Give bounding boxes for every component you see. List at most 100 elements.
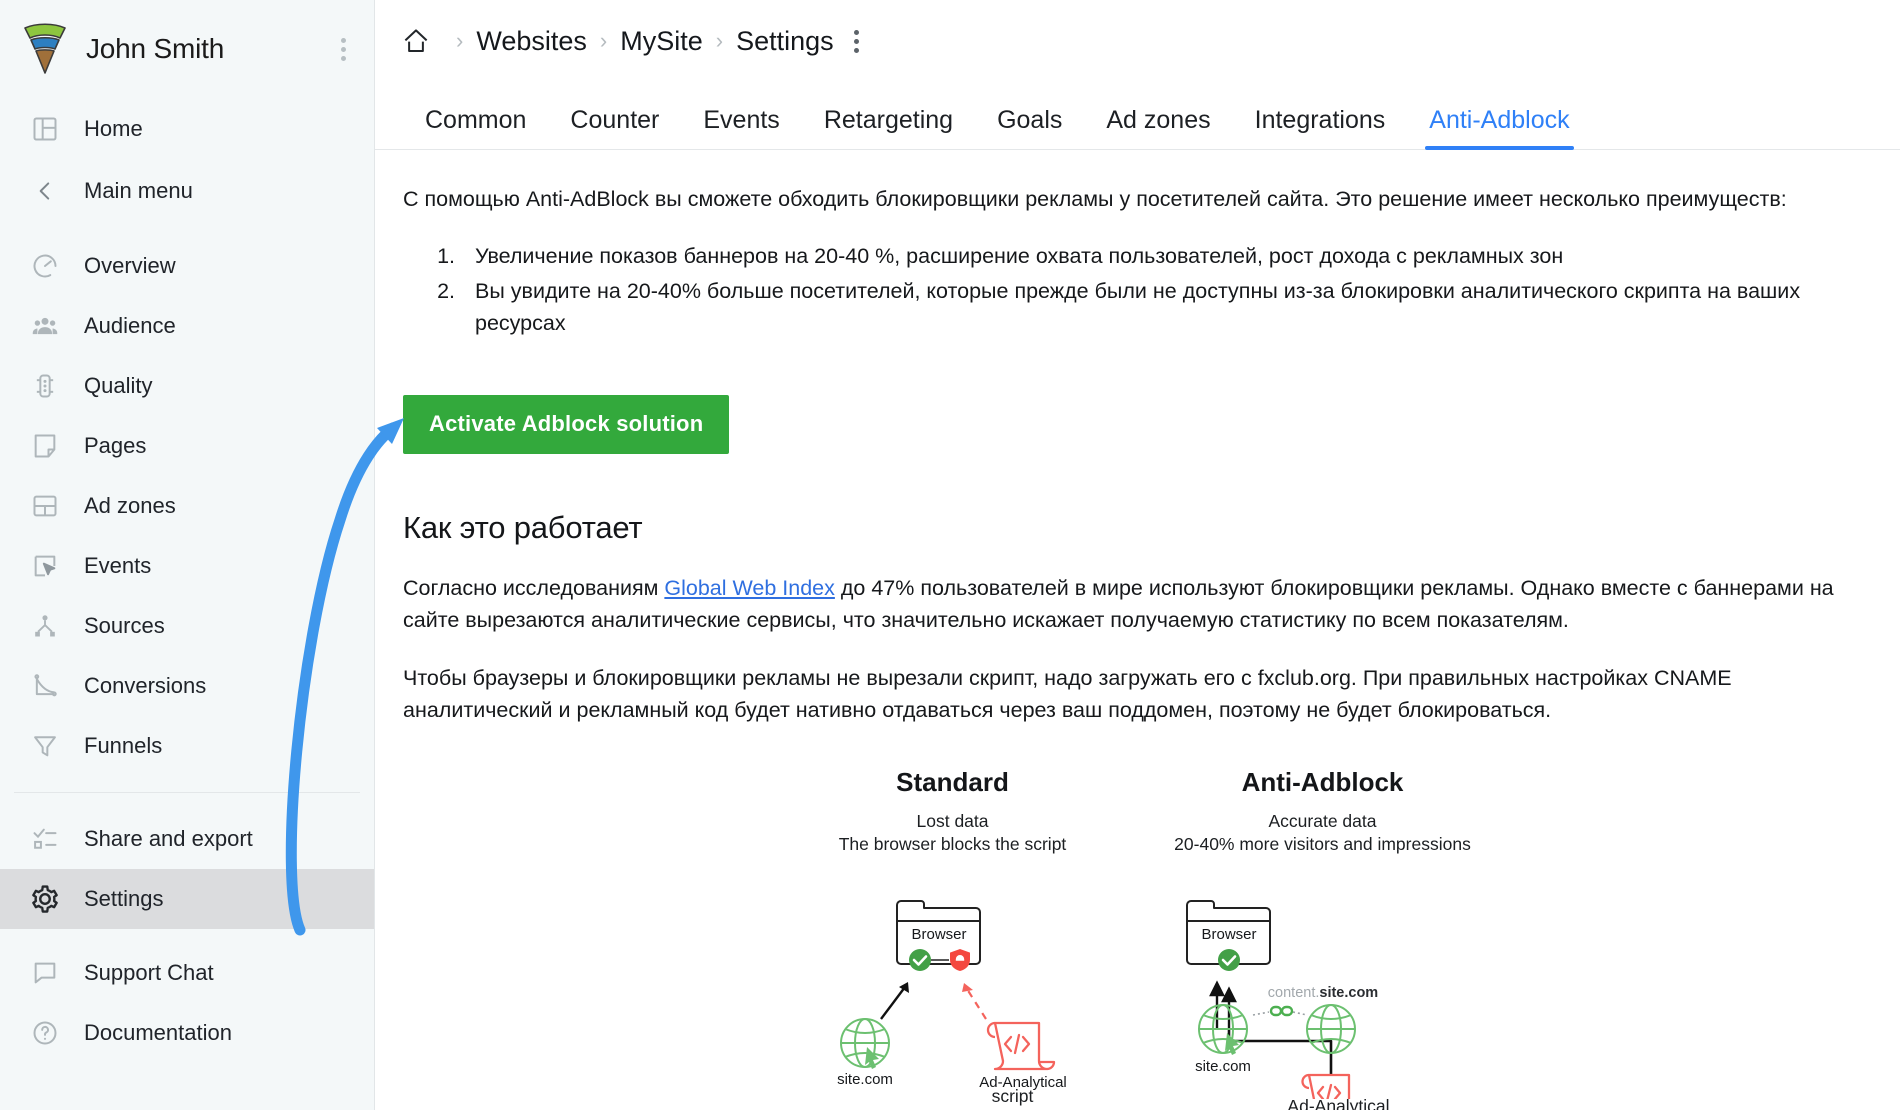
question-circle-icon <box>28 1016 62 1050</box>
page-title-how-it-works: Как это работает <box>403 509 643 545</box>
sidebar-item-label: Home <box>84 116 143 141</box>
sidebar-item-label: Overview <box>84 253 176 278</box>
tab-events[interactable]: Events <box>681 108 801 149</box>
sidebar-item-label: Sources <box>84 613 165 638</box>
page-icon <box>28 429 62 463</box>
diagram-antiadblock-sub-line1: Accurate data <box>1268 810 1377 831</box>
sidebar-item-label: Documentation <box>84 1020 232 1045</box>
gear-icon <box>28 882 62 916</box>
site-label: site.com <box>1195 1058 1251 1075</box>
sidebar-item-label: Audience <box>84 313 176 338</box>
people-icon <box>28 309 62 343</box>
sidebar-item-documentation[interactable]: Documentation <box>0 1003 374 1063</box>
sidebar-item-pages[interactable]: Pages <box>0 416 374 476</box>
diagram-standard: Standard Lost data The browser blocks th… <box>768 767 1138 1110</box>
breadcrumb-separator: › <box>456 28 464 53</box>
site-globe-icon <box>1197 1003 1248 1054</box>
sidebar-item-home[interactable]: Home <box>0 98 374 160</box>
diagram-antiadblock: Anti-Adblock Accurate data 20-40% more v… <box>1138 767 1508 1110</box>
activate-adblock-button[interactable]: Activate Adblock solution <box>403 394 730 454</box>
tab-goals[interactable]: Goals <box>975 108 1084 149</box>
sidebar-item-label: Funnels <box>84 733 163 758</box>
sidebar-item-label: Conversions <box>84 673 207 698</box>
breadcrumb-item-websites[interactable]: Websites <box>476 26 587 57</box>
traffic-light-icon <box>28 369 62 403</box>
breadcrumb-item-settings[interactable]: Settings <box>736 26 834 57</box>
home-icon[interactable] <box>397 22 435 60</box>
tab-counter[interactable]: Counter <box>548 108 681 149</box>
tab-integrations[interactable]: Integrations <box>1233 108 1408 149</box>
green-check-icon <box>908 948 931 971</box>
cname-bold: site.com <box>1319 985 1378 1001</box>
main-panel: › Websites › MySite › Settings Common Co… <box>375 0 1900 1110</box>
tab-common[interactable]: Common <box>403 108 548 149</box>
sidebar-item-quality[interactable]: Quality <box>0 356 374 416</box>
paragraph-text-before: Согласно исследованиям <box>403 575 665 600</box>
sidebar-item-events[interactable]: Events <box>0 536 374 596</box>
sidebar-item-label: Ad zones <box>84 493 176 518</box>
list-item: Увеличение показов баннеров на 20-40 %, … <box>461 241 1872 272</box>
list-item: Вы увидите на 20-40% больше посетителей,… <box>461 276 1872 338</box>
svg-text:Browser: Browser <box>1201 926 1256 943</box>
tab-ad-zones[interactable]: Ad zones <box>1084 108 1232 149</box>
settings-tabs: Common Counter Events Retargeting Goals … <box>375 82 1900 150</box>
diagram-antiadblock-subtitle: Accurate data 20-40% more visitors and i… <box>1138 810 1508 857</box>
diagram-standard-title: Standard <box>896 766 1009 797</box>
green-check-icon <box>1217 948 1240 971</box>
diagram-standard-sub-line2: The browser blocks the script <box>838 834 1067 855</box>
diagram-antiadblock-title: Anti-Adblock <box>1241 766 1404 797</box>
ad-analytical-script-icon <box>986 1021 1055 1071</box>
paragraph-cname: Чтобы браузеры и блокировщики рекламы не… <box>403 666 1732 723</box>
diagram-standard-art: Browser site.com Ad-Analytical <box>768 879 1138 1099</box>
sidebar: John Smith Home Main menu Overview Audie… <box>0 0 375 1110</box>
chat-bubble-icon <box>28 956 62 990</box>
chevron-left-icon <box>28 174 62 208</box>
sidebar-item-share-and-export[interactable]: Share and export <box>0 809 374 869</box>
global-web-index-link[interactable]: Global Web Index <box>664 576 835 600</box>
app-root: John Smith Home Main menu Overview Audie… <box>0 0 1900 1110</box>
diagram-antiadblock-art: Browser site.com content.site.com <box>1138 879 1508 1099</box>
allowed-arrow-icon <box>879 981 909 1020</box>
sidebar-item-support-chat[interactable]: Support Chat <box>0 943 374 1003</box>
diagram-standard-subtitle: Lost data The browser blocks the script <box>768 810 1138 857</box>
tab-anti-adblock[interactable]: Anti-Adblock <box>1407 108 1591 150</box>
sidebar-item-main-menu[interactable]: Main menu <box>0 160 374 222</box>
checklist-icon <box>28 822 62 856</box>
tab-content-anti-adblock: С помощью Anti-AdBlock вы сможете обходи… <box>375 150 1900 1110</box>
funnel-logo-icon <box>22 23 68 75</box>
sidebar-item-audience[interactable]: Audience <box>0 296 374 356</box>
speedometer-icon <box>28 249 62 283</box>
funnel-icon <box>28 729 62 763</box>
sidebar-item-settings[interactable]: Settings <box>0 869 374 929</box>
breadcrumb: › Websites › MySite › Settings <box>375 0 1900 82</box>
sidebar-item-label: Quality <box>84 373 153 398</box>
cname-label: content.site.com <box>1267 985 1377 1001</box>
sidebar-item-overview[interactable]: Overview <box>0 236 374 296</box>
paragraph-research: Согласно исследованиям Global Web Index … <box>403 572 1863 637</box>
sidebar-item-label: Settings <box>84 886 164 911</box>
sidebar-header: John Smith <box>0 0 374 98</box>
sidebar-item-label: Events <box>84 553 152 578</box>
intro-text: С помощью Anti-AdBlock вы сможете обходи… <box>403 187 1787 211</box>
layout-icon <box>28 489 62 523</box>
breadcrumb-item-mysite[interactable]: MySite <box>620 26 703 57</box>
sidebar-item-label: Share and export <box>84 826 253 851</box>
tab-retargeting[interactable]: Retargeting <box>802 108 975 149</box>
kebab-menu-icon[interactable] <box>332 37 354 61</box>
site-globe-icon <box>839 1017 890 1068</box>
breadcrumb-separator: › <box>715 28 724 53</box>
breadcrumb-separator: › <box>599 28 608 53</box>
sitemap-icon <box>28 609 62 643</box>
red-shield-block-icon <box>949 948 970 971</box>
dashboard-icon <box>28 112 62 146</box>
kebab-menu-icon[interactable] <box>853 29 859 53</box>
sidebar-item-ad-zones[interactable]: Ad zones <box>0 476 374 536</box>
sidebar-item-sources[interactable]: Sources <box>0 596 374 656</box>
cname-prefix: content. <box>1267 985 1319 1001</box>
sidebar-item-conversions[interactable]: Conversions <box>0 656 374 716</box>
chain-link-icon <box>1269 1005 1293 1017</box>
sidebar-item-funnels[interactable]: Funnels <box>0 716 374 776</box>
sidebar-item-label: Pages <box>84 433 147 458</box>
